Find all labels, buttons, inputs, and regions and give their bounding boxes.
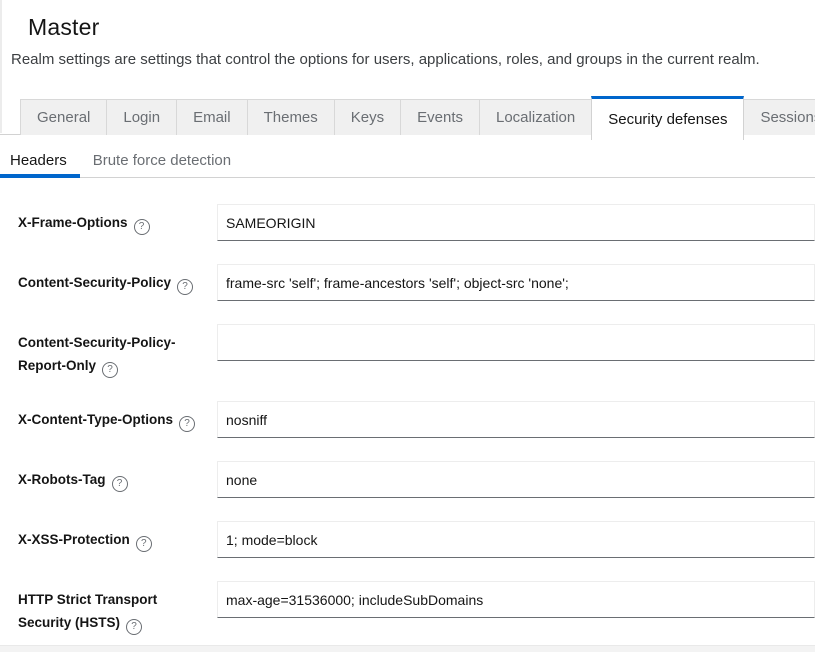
headers-form: X-Frame-Options? Content-Security-Policy… — [0, 204, 815, 635]
form-row-x-robots-tag: X-Robots-Tag? — [18, 461, 815, 498]
field-label-text: X-Frame-Options — [18, 215, 128, 230]
bottom-strip — [0, 645, 815, 652]
page-title: Master — [28, 14, 815, 41]
x-frame-options-input[interactable] — [217, 204, 815, 241]
tab-login[interactable]: Login — [106, 99, 177, 135]
tab-localization[interactable]: Localization — [479, 99, 592, 135]
tab-security-defenses[interactable]: Security defenses — [591, 96, 744, 140]
page-description: Realm settings are settings that control… — [11, 50, 815, 69]
help-icon[interactable]: ? — [134, 219, 150, 235]
field-label: Content-Security-Policy? — [18, 264, 217, 301]
realm-settings-tabs: General Login Email Themes Keys Events L… — [0, 96, 815, 140]
form-row-csp-report-only: Content-Security-Policy-Report-Only? — [18, 324, 815, 378]
form-row-x-xss-protection: X-XSS-Protection? — [18, 521, 815, 558]
hsts-input[interactable] — [217, 581, 815, 618]
field-label-text: X-Robots-Tag — [18, 472, 106, 487]
form-row-x-frame-options: X-Frame-Options? — [18, 204, 815, 241]
field-label: X-Content-Type-Options? — [18, 401, 217, 438]
field-label-text: Content-Security-Policy — [18, 275, 171, 290]
tab-keys[interactable]: Keys — [334, 99, 401, 135]
field-label-text: Content-Security-Policy-Report-Only — [18, 335, 176, 373]
subtab-headers[interactable]: Headers — [0, 144, 80, 177]
form-row-hsts: HTTP Strict Transport Security (HSTS)? — [18, 581, 815, 635]
csp-report-only-input[interactable] — [217, 324, 815, 361]
field-label: Content-Security-Policy-Report-Only? — [18, 324, 217, 378]
x-xss-protection-input[interactable] — [217, 521, 815, 558]
x-robots-tag-input[interactable] — [217, 461, 815, 498]
field-label: HTTP Strict Transport Security (HSTS)? — [18, 581, 217, 635]
help-icon[interactable]: ? — [112, 476, 128, 492]
tab-general[interactable]: General — [20, 99, 107, 135]
page-header: Master Realm settings are settings that … — [0, 0, 815, 69]
form-row-content-security-policy: Content-Security-Policy? — [18, 264, 815, 301]
field-label: X-XSS-Protection? — [18, 521, 217, 558]
security-defenses-subtabs: Headers Brute force detection — [0, 144, 815, 178]
help-icon[interactable]: ? — [136, 536, 152, 552]
help-icon[interactable]: ? — [177, 279, 193, 295]
subtab-brute-force-detection[interactable]: Brute force detection — [80, 144, 244, 177]
field-label-text: X-XSS-Protection — [18, 532, 130, 547]
help-icon[interactable]: ? — [126, 619, 142, 635]
form-row-x-content-type-options: X-Content-Type-Options? — [18, 401, 815, 438]
help-icon[interactable]: ? — [179, 416, 195, 432]
tab-email[interactable]: Email — [176, 99, 248, 135]
content-security-policy-input[interactable] — [217, 264, 815, 301]
tab-themes[interactable]: Themes — [247, 99, 335, 135]
x-content-type-options-input[interactable] — [217, 401, 815, 438]
field-label: X-Robots-Tag? — [18, 461, 217, 498]
tab-sessions[interactable]: Sessions — [743, 99, 815, 135]
field-label-text: X-Content-Type-Options — [18, 412, 173, 427]
tab-events[interactable]: Events — [400, 99, 480, 135]
help-icon[interactable]: ? — [102, 362, 118, 378]
field-label: X-Frame-Options? — [18, 204, 217, 241]
